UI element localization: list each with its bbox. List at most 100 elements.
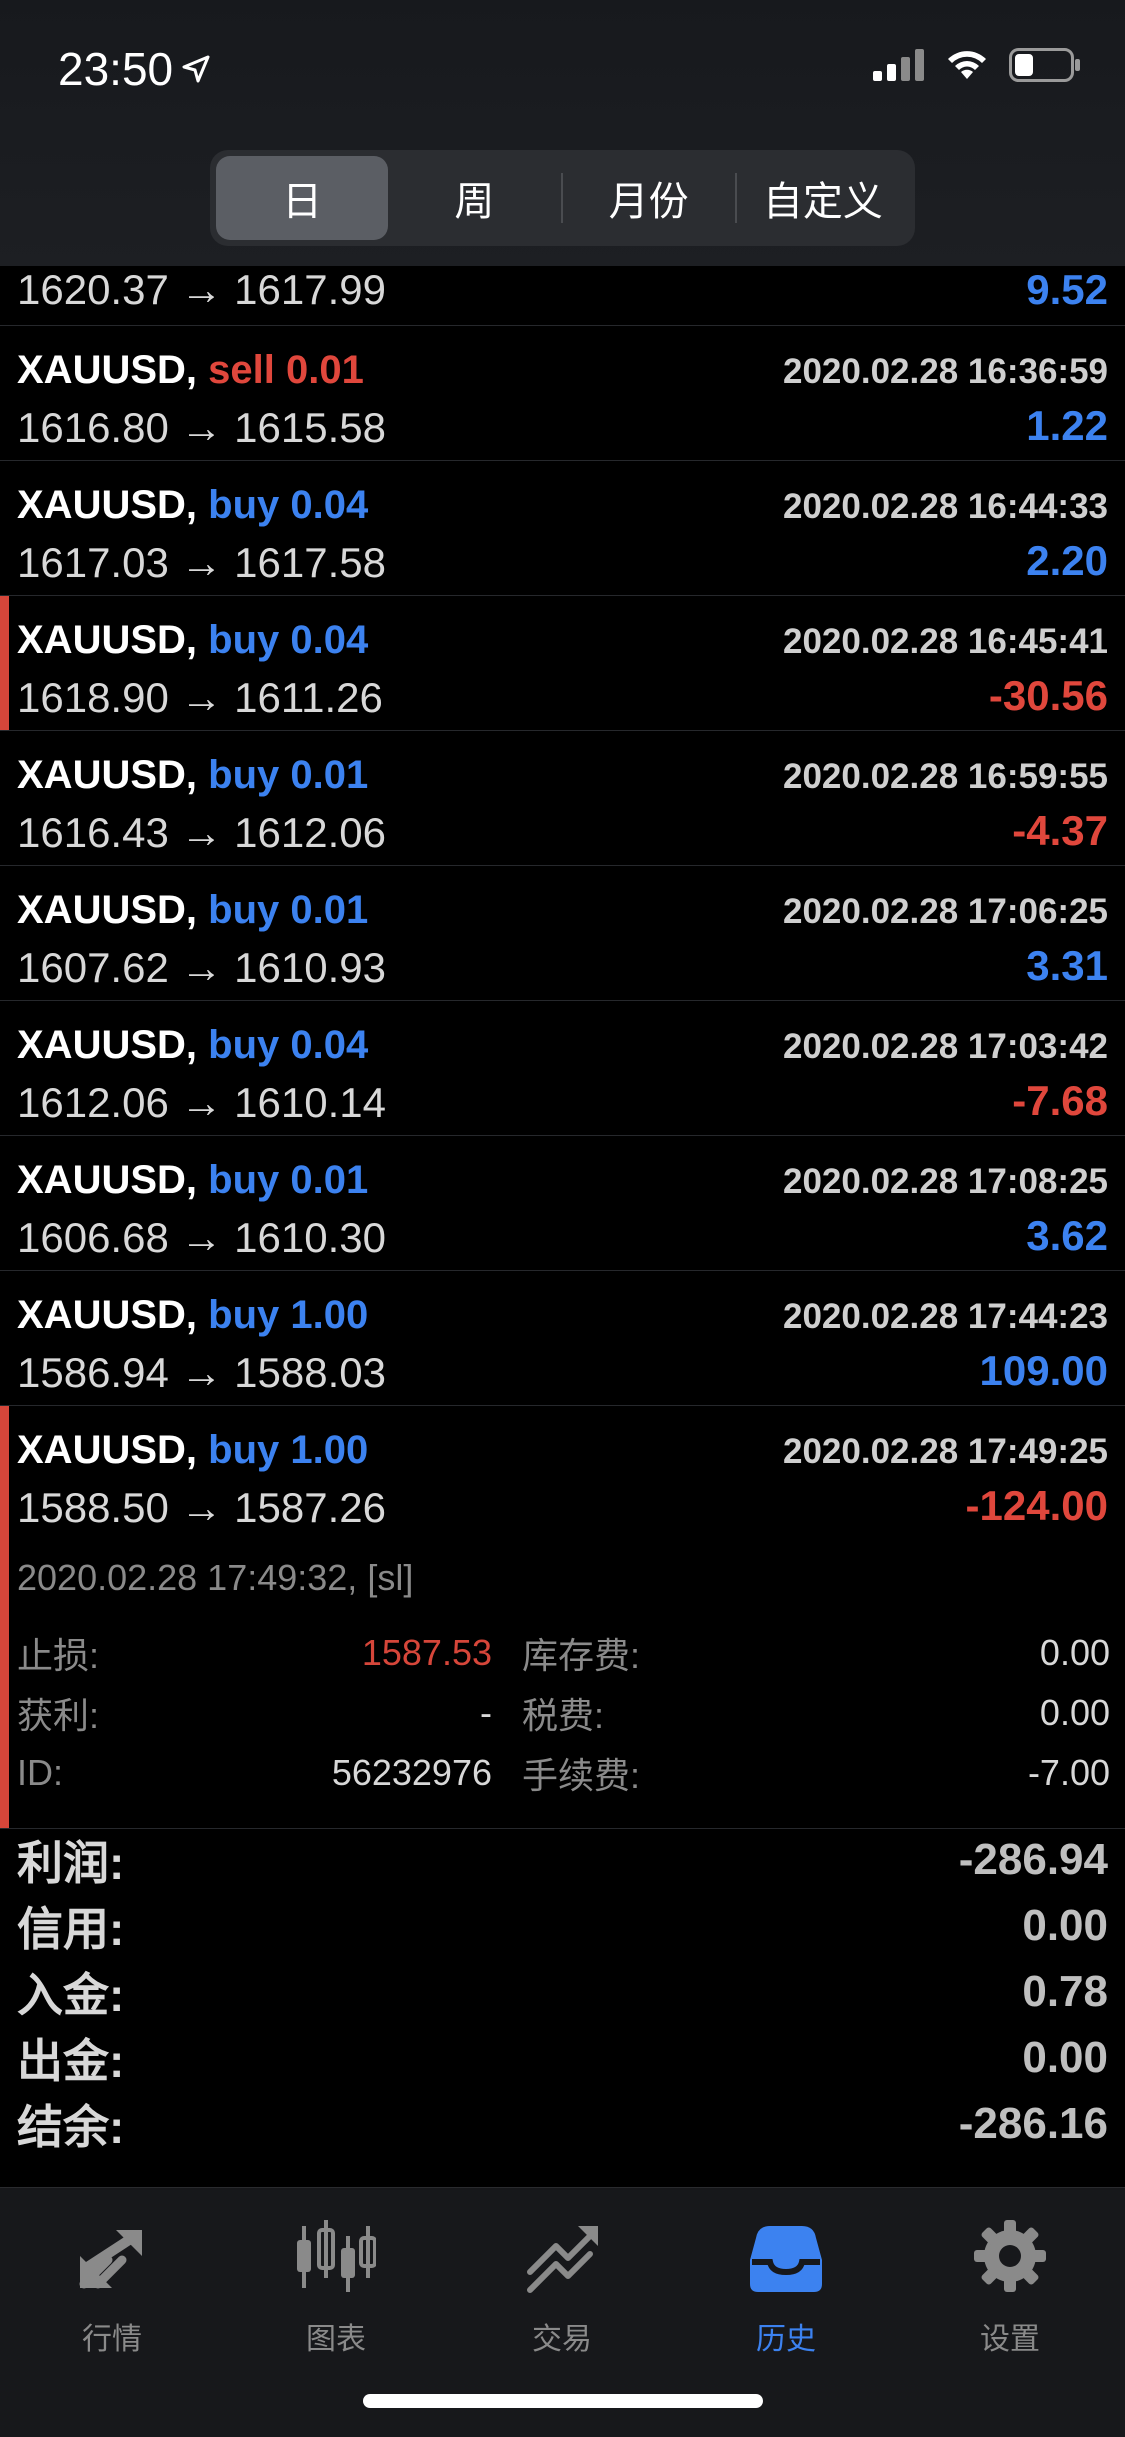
trade-time: 2020.02.28 16:36:59 — [783, 352, 1108, 391]
trade-prices: 1616.43 → 1612.06 — [17, 809, 386, 856]
trade-profit: 3.31 — [1026, 942, 1108, 989]
trade-icon — [527, 2226, 598, 2293]
history-icon — [750, 2226, 822, 2292]
trade-symbol: XAUUSD — [17, 1428, 186, 1472]
swap-label: 库存费: — [522, 1635, 641, 1676]
trade-symbol: XAUUSD — [17, 1293, 186, 1337]
tab-settings[interactable]: 设置 — [930, 2208, 1090, 2358]
trade-action: buy 0.04 — [208, 1023, 369, 1067]
trade-symbol: XAUUSD — [17, 348, 186, 392]
home-indicator[interactable] — [363, 2394, 763, 2408]
list-item[interactable]: XAUUSD, buy 0.01 2020.02.28 17:06:25 160… — [0, 866, 1125, 1001]
detail-row: ID: 56232976 手续费: -7.00 — [17, 1743, 1110, 1803]
segment-month[interactable]: 月份 — [563, 156, 735, 240]
trade-action: buy 0.01 — [208, 888, 369, 932]
trade-time: 2020.02.28 16:44:33 — [783, 487, 1108, 526]
trade-time: 2020.02.28 17:06:25 — [783, 892, 1108, 931]
trade-prices: 1588.50 → 1587.26 — [17, 1484, 386, 1531]
stop-loss-label: 止损: — [17, 1635, 100, 1676]
trade-action: sell 0.01 — [208, 348, 364, 392]
segment-week[interactable]: 周 — [388, 156, 560, 240]
trade-symbol: XAUUSD — [17, 483, 186, 527]
trade-action: buy 1.00 — [208, 1293, 369, 1337]
trade-prices: 1616.80 → 1615.58 — [17, 404, 386, 451]
list-item[interactable]: XAUUSD, buy 0.04 2020.02.28 17:03:42 161… — [0, 1001, 1125, 1136]
id-value: 56232976 — [331, 1752, 492, 1793]
trade-symbol: XAUUSD — [17, 1158, 186, 1202]
trade-symbol: XAUUSD — [17, 1023, 186, 1067]
list-item[interactable]: XAUUSD, buy 1.00 2020.02.28 17:44:23 158… — [0, 1271, 1125, 1406]
tab-chart[interactable]: 图表 — [256, 2208, 416, 2358]
status-time: 23:50 — [58, 42, 211, 96]
list-item[interactable]: XAUUSD, buy 0.04 2020.02.28 16:44:33 161… — [0, 461, 1125, 596]
cellular-signal-icon — [873, 49, 924, 81]
take-profit-label: 获利: — [17, 1695, 100, 1736]
trade-detail-panel: 2020.02.28 17:49:32, [sl] 止损: 1587.53 库存… — [0, 1541, 1125, 1829]
list-item[interactable]: XAUUSD, buy 0.01 2020.02.28 16:59:55 161… — [0, 731, 1125, 866]
segment-day[interactable]: 日 — [216, 156, 389, 240]
trade-profit: 2.20 — [1026, 537, 1108, 584]
list-item[interactable]: XAUUSD, sell 0.01 2020.02.28 16:36:59 16… — [0, 326, 1125, 461]
trade-prices: 1586.94 → 1588.03 — [17, 1349, 386, 1396]
trade-prices: 1617.03 → 1617.58 — [17, 539, 386, 586]
trade-symbol: XAUUSD — [17, 618, 186, 662]
trade-action: buy 0.01 — [208, 1158, 369, 1202]
trade-profit: 3.62 — [1026, 1212, 1108, 1259]
trade-action: buy 0.04 — [208, 483, 369, 527]
stop-loss-value: 1587.53 — [361, 1632, 492, 1673]
close-info: 2020.02.28 17:49:32, [sl] — [17, 1557, 414, 1598]
trade-action: buy 0.04 — [208, 618, 369, 662]
detail-grid: 止损: 1587.53 库存费: 0.00 获利: - 税费: 0.00 ID:… — [17, 1623, 1110, 1803]
history-list: 1620.37 → 1617.99 9.52 XAUUSD, sell 0.01… — [0, 266, 1125, 1829]
top-bar: 23:50 日 周 月份 自定义 — [0, 0, 1125, 266]
location-arrow-icon — [182, 55, 210, 83]
list-item[interactable]: XAUUSD, buy 0.01 2020.02.28 17:08:25 160… — [0, 1136, 1125, 1271]
summary-row-withdrawal: 出金: 0.00 — [17, 2033, 1108, 2087]
trade-profit: 1.22 — [1026, 402, 1108, 449]
trade-time: 2020.02.28 17:44:23 — [783, 1297, 1108, 1336]
tax-value: 0.00 — [1039, 1692, 1110, 1733]
summary-row-credit: 信用: 0.00 — [17, 1901, 1108, 1955]
list-item-expanded[interactable]: XAUUSD, buy 1.00 2020.02.28 17:49:25 158… — [0, 1406, 1125, 1541]
trade-profit: 9.52 — [1026, 266, 1108, 313]
fee-label: 手续费: — [522, 1755, 641, 1796]
trade-action: buy 1.00 — [208, 1428, 369, 1472]
detail-row: 获利: - 税费: 0.00 — [17, 1683, 1110, 1743]
summary-row-balance: 结余: -286.16 — [17, 2099, 1108, 2153]
trade-action: buy 0.01 — [208, 753, 369, 797]
status-indicators — [873, 48, 1081, 82]
wifi-icon — [948, 51, 986, 79]
list-item[interactable]: XAUUSD, buy 0.04 2020.02.28 16:45:41 161… — [0, 596, 1125, 731]
trade-time: 2020.02.28 17:08:25 — [783, 1162, 1108, 1201]
trade-time: 2020.02.28 16:45:41 — [783, 622, 1108, 661]
trade-symbol: XAUUSD — [17, 888, 186, 932]
id-label: ID: — [17, 1752, 64, 1793]
trade-prices: 1612.06 → 1610.14 — [17, 1079, 386, 1126]
list-item-partial[interactable]: 1620.37 → 1617.99 9.52 — [0, 266, 1125, 326]
quotes-icon — [79, 2230, 142, 2289]
tab-trade[interactable]: 交易 — [482, 2208, 642, 2358]
summary-row-deposit: 入金: 0.78 — [17, 1967, 1108, 2021]
settings-icon — [974, 2220, 1046, 2292]
detail-row: 止损: 1587.53 库存费: 0.00 — [17, 1623, 1110, 1683]
trade-time: 2020.02.28 16:59:55 — [783, 757, 1108, 796]
trade-profit: -7.68 — [1012, 1077, 1108, 1124]
trade-prices: 1620.37 → 1617.99 — [17, 266, 386, 313]
trade-prices: 1606.68 → 1610.30 — [17, 1214, 386, 1261]
period-segmented-control: 日 周 月份 自定义 — [210, 150, 915, 246]
trade-symbol: XAUUSD — [17, 753, 186, 797]
trade-prices: 1618.90 → 1611.26 — [17, 674, 383, 721]
summary-row-profit: 利润: -286.94 — [17, 1835, 1108, 1889]
segment-custom[interactable]: 自定义 — [737, 156, 909, 240]
tab-history[interactable]: 历史 — [706, 2208, 866, 2358]
trade-profit: 109.00 — [979, 1347, 1108, 1394]
trade-profit: -4.37 — [1012, 807, 1108, 854]
battery-icon — [1009, 48, 1080, 82]
trade-profit: -124.00 — [965, 1482, 1108, 1529]
trade-profit: -30.56 — [988, 672, 1108, 719]
chart-icon — [297, 2220, 376, 2292]
trade-prices: 1607.62 → 1610.93 — [17, 944, 386, 991]
account-summary: 利润: -286.94 信用: 0.00 入金: 0.78 出金: 0.00 结… — [0, 1827, 1125, 2157]
swap-value: 0.00 — [1039, 1632, 1110, 1673]
tab-quotes[interactable]: 行情 — [32, 2208, 192, 2358]
